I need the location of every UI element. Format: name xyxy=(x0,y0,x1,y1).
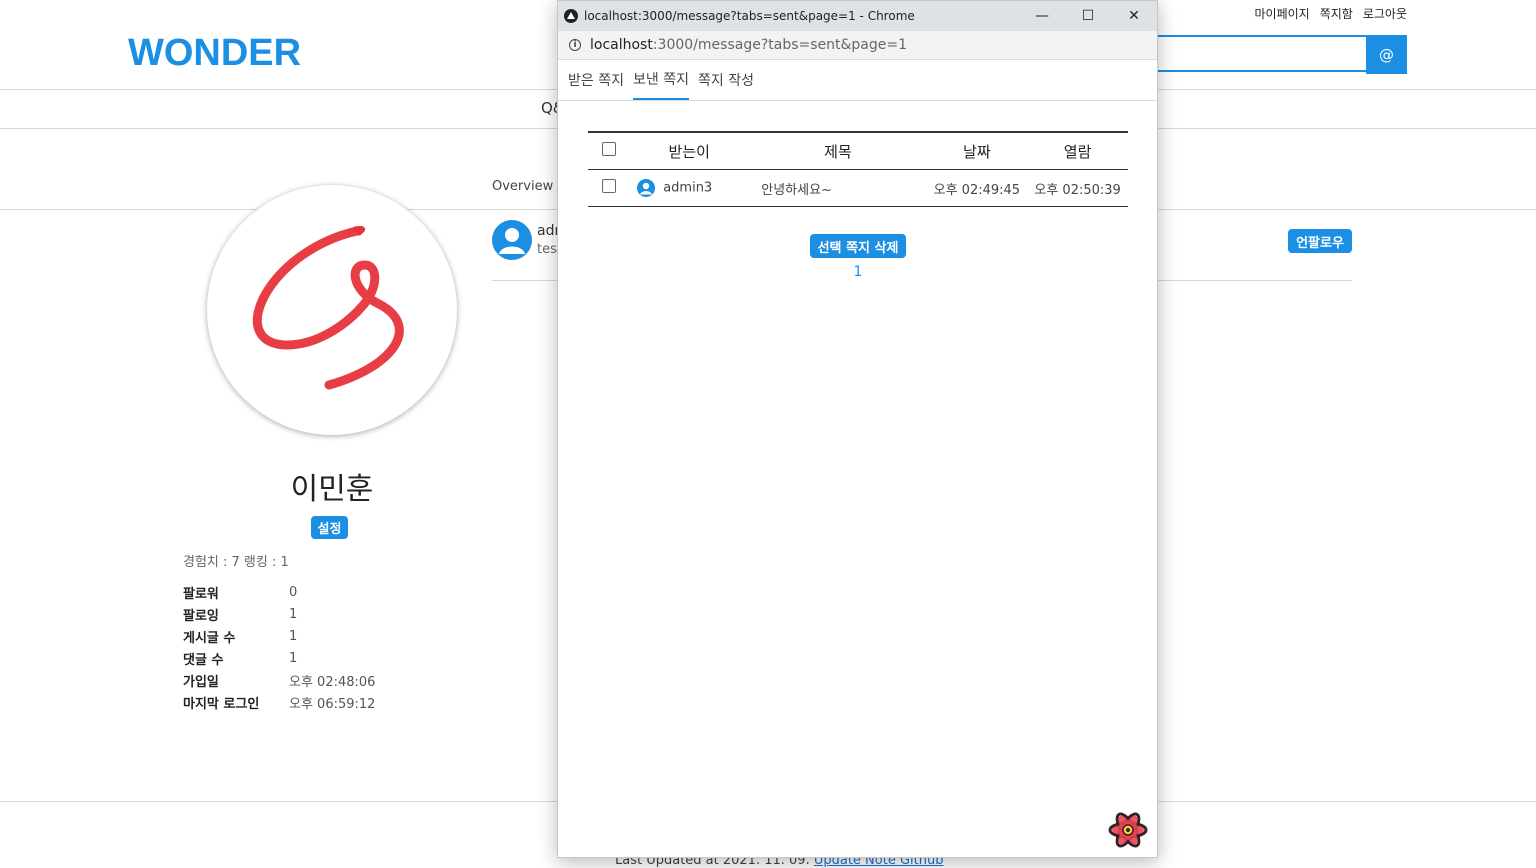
select-all-cell xyxy=(588,131,630,170)
stat-row: 댓글 수 1 xyxy=(183,647,375,669)
row-checkbox[interactable] xyxy=(601,179,616,193)
site-logo[interactable]: WONDER xyxy=(128,32,301,75)
stat-value: 1 xyxy=(289,628,298,644)
tab-sent[interactable]: 보낸 쪽지 xyxy=(633,60,689,100)
col-subject: 제목 xyxy=(749,131,927,170)
stat-row: 팔로잉 1 xyxy=(183,603,375,625)
row-select-cell xyxy=(588,169,630,207)
stat-value: 1 xyxy=(289,650,298,666)
profile-stats: 팔로워 0 팔로잉 1 게시글 수 1 댓글 수 1 가입일 오후 02:48:06 마지… xyxy=(183,581,375,713)
recipient-name[interactable]: admin3 xyxy=(663,181,712,196)
signature-drawing xyxy=(252,226,404,390)
tab-compose[interactable]: 쪽지 작성 xyxy=(698,60,754,100)
maximize-icon[interactable]: ☐ xyxy=(1065,1,1111,31)
subject-cell[interactable]: 안녕하세요~ xyxy=(749,169,927,207)
stat-label: 마지막 로그인 xyxy=(183,696,260,712)
message-tabs: 받은 쪽지 보낸 쪽지 쪽지 작성 xyxy=(558,60,1157,101)
col-date: 날짜 xyxy=(926,131,1028,170)
table-row[interactable]: admin3 안녕하세요~ 오후 02:49:45 오후 02:50:39 xyxy=(588,169,1128,207)
stat-row: 팔로워 0 xyxy=(183,581,375,603)
site-info-icon[interactable]: i xyxy=(569,39,581,51)
stat-value: 오후 06:59:12 xyxy=(289,696,376,712)
date-cell: 오후 02:49:45 xyxy=(926,169,1028,207)
profile-avatar xyxy=(207,185,457,435)
following-user-sub: tes xyxy=(537,242,557,257)
stat-row: 가입일 오후 02:48:06 xyxy=(183,669,375,691)
message-popup-window: localhost:3000/message?tabs=sent&page=1 … xyxy=(557,0,1158,858)
unfollow-button[interactable]: 언팔로우 xyxy=(1288,229,1352,253)
page-number-link[interactable]: 1 xyxy=(848,264,868,280)
col-recipient: 받는이 xyxy=(629,131,750,170)
stat-label: 팔로워 xyxy=(183,586,219,602)
window-titlebar[interactable]: localhost:3000/message?tabs=sent&page=1 … xyxy=(558,1,1157,31)
react-devtools-icon[interactable] xyxy=(1107,809,1149,851)
tab-overview[interactable]: Overview xyxy=(492,179,553,194)
table-header-row: 받는이 제목 날짜 열람 xyxy=(588,131,1128,170)
stat-label: 게시글 수 xyxy=(183,630,236,646)
window-title: localhost:3000/message?tabs=sent&page=1 … xyxy=(584,9,915,23)
stat-value: 0 xyxy=(289,584,298,600)
stat-label: 댓글 수 xyxy=(183,652,224,668)
minimize-icon[interactable]: — xyxy=(1019,1,1065,31)
sent-messages-table: 받는이 제목 날짜 열람 admin3 안녕하세요~ 오후 02:49:45 오… xyxy=(588,131,1128,207)
settings-button[interactable]: 설정 xyxy=(311,516,348,539)
logout-link[interactable]: 로그아웃 xyxy=(1363,5,1407,22)
user-avatar-icon xyxy=(637,179,656,197)
recipient-cell: admin3 xyxy=(629,169,750,207)
top-links: 마이페이지 쪽지함 로그아웃 xyxy=(1255,5,1408,22)
stat-row: 게시글 수 1 xyxy=(183,625,375,647)
stat-row: 마지막 로그인 오후 06:59:12 xyxy=(183,691,375,713)
select-all-checkbox[interactable] xyxy=(601,142,616,156)
stat-label: 가입일 xyxy=(183,674,219,690)
read-cell: 오후 02:50:39 xyxy=(1027,169,1128,207)
stat-value: 오후 02:48:06 xyxy=(289,674,376,690)
close-icon[interactable]: ✕ xyxy=(1111,1,1157,31)
app-icon xyxy=(564,9,578,23)
tab-received[interactable]: 받은 쪽지 xyxy=(568,60,624,100)
stat-label: 팔로잉 xyxy=(183,608,219,624)
stat-value: 1 xyxy=(289,606,298,622)
profile-name: 이민훈 xyxy=(290,472,374,507)
message-box-link[interactable]: 쪽지함 xyxy=(1320,5,1353,22)
url-path: :3000/message?tabs=sent&page=1 xyxy=(652,37,908,53)
address-bar[interactable]: i localhost:3000/message?tabs=sent&page=… xyxy=(558,31,1157,60)
url-host: localhost xyxy=(590,37,653,53)
search-button[interactable]: @ xyxy=(1366,35,1407,74)
window-controls: — ☐ ✕ xyxy=(1019,1,1157,31)
mypage-link[interactable]: 마이페이지 xyxy=(1255,5,1310,22)
col-read: 열람 xyxy=(1027,131,1128,170)
delete-selected-button[interactable]: 선택 쪽지 삭제 xyxy=(810,234,906,258)
user-avatar-icon[interactable] xyxy=(492,220,532,260)
exp-rank-text: 경험치 : 7 랭킹 : 1 xyxy=(183,555,289,570)
